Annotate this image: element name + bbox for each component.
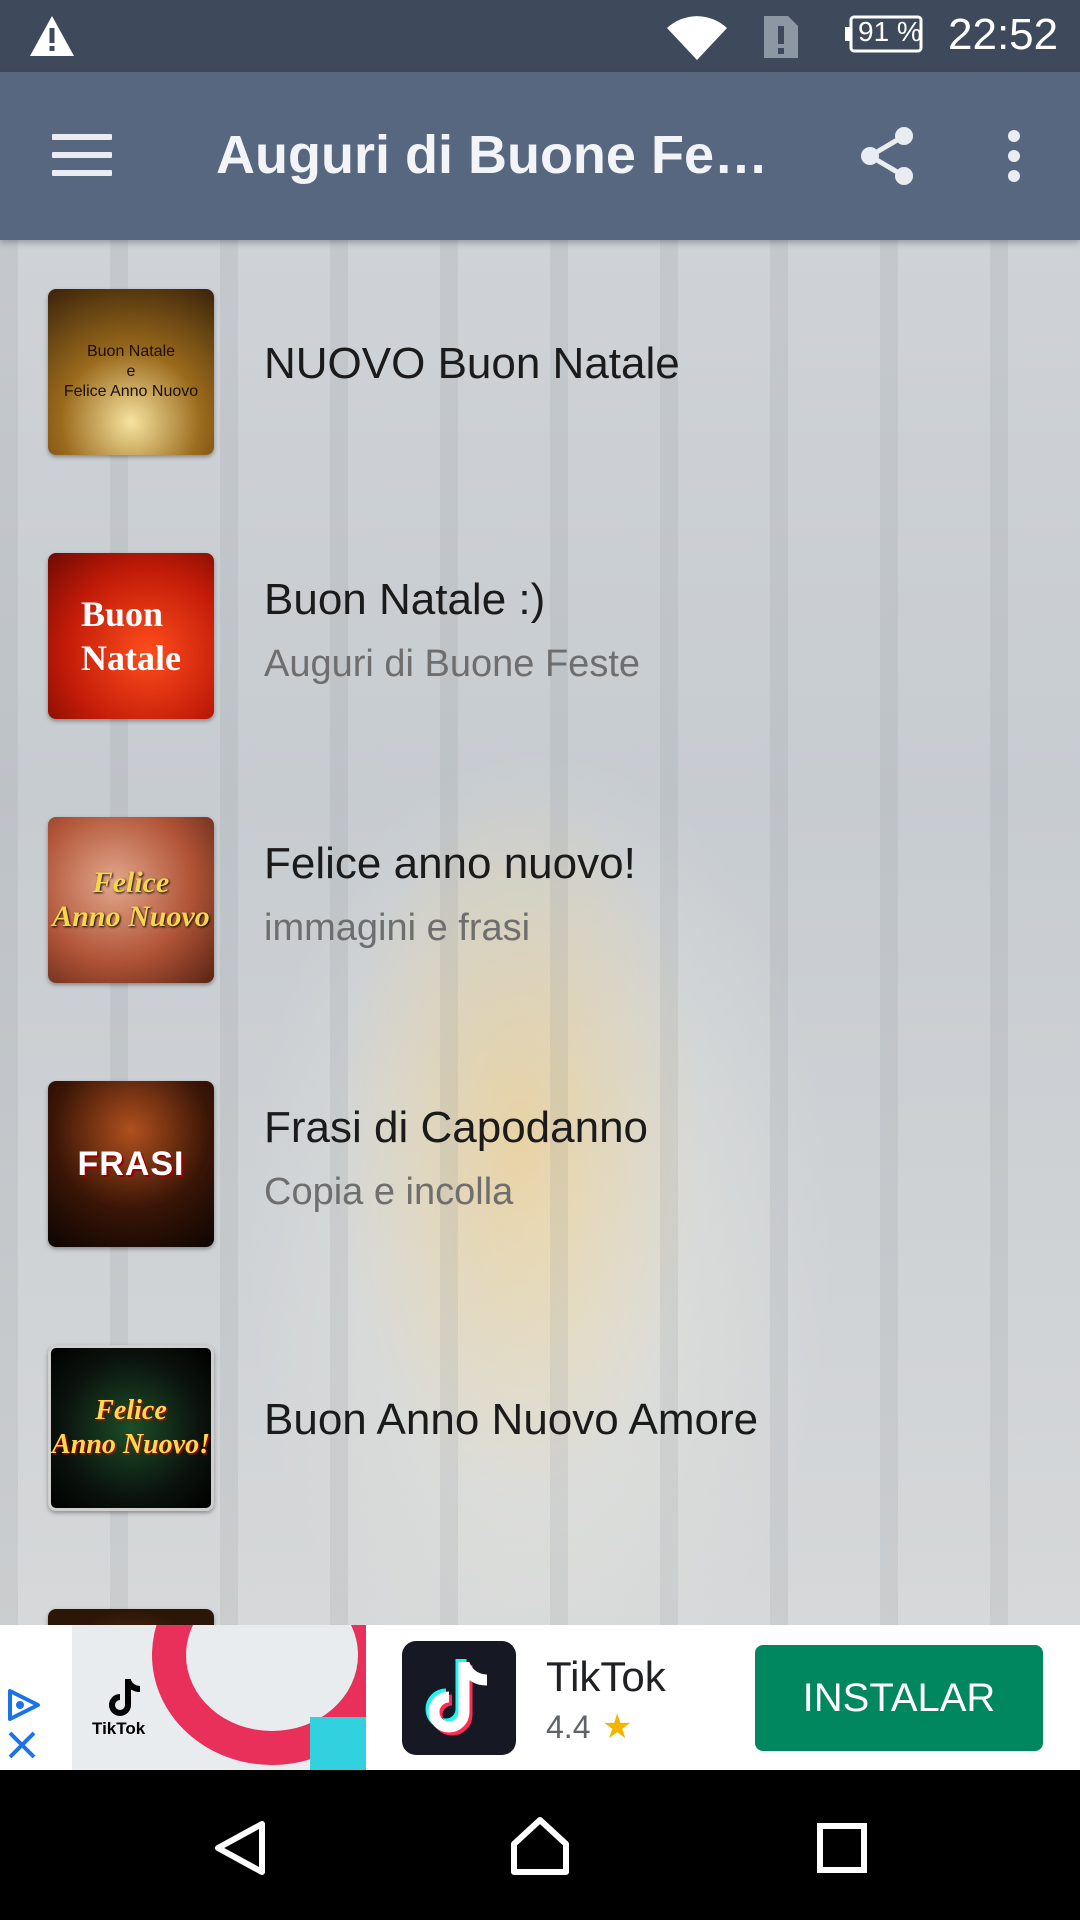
thumbnail-text: Felice Anno Nuovo!	[52, 1395, 210, 1460]
battery-percentage: 91 %	[858, 16, 922, 47]
clock: 22:52	[948, 10, 1059, 59]
share-icon[interactable]	[858, 124, 918, 188]
thumbnail-text: Felice Anno Nuovo	[52, 866, 210, 933]
item-subtitle: immagini e frasi	[264, 907, 531, 949]
adchoices-icon[interactable]	[4, 1687, 44, 1723]
item-thumbnail: Felice Anno Nuovo!	[48, 1345, 214, 1511]
item-thumbnail: Buon Natale e Felice Anno Nuovo	[48, 289, 214, 455]
item-title: NUOVO Buon Natale	[264, 339, 680, 388]
status-bar: 91 % 22:52	[0, 0, 1080, 72]
ad-app-name[interactable]: TikTok	[546, 1653, 666, 1701]
ad-rating: 4.4	[546, 1709, 591, 1745]
system-nav-bar	[0, 1770, 1080, 1920]
item-title: Frasi di Capodanno	[264, 1103, 649, 1152]
recents-icon[interactable]	[816, 1822, 868, 1874]
creative-accent-shape	[310, 1717, 366, 1770]
thumbnail-text: FRASI	[77, 1144, 185, 1183]
install-button[interactable]: INSTALAR	[755, 1645, 1043, 1751]
close-icon[interactable]	[6, 1729, 38, 1761]
app-toolbar: Auguri di Buone Fe…	[0, 72, 1080, 240]
ad-banner[interactable]: TikTok TikTok 4.4 ★ INSTALAR	[0, 1625, 1080, 1770]
back-icon[interactable]	[210, 1818, 270, 1878]
home-icon[interactable]	[508, 1814, 572, 1878]
warning-icon	[30, 16, 74, 56]
tiktok-logo-icon	[109, 1679, 141, 1716]
wifi-icon	[667, 16, 727, 61]
list-item[interactable]: Buon Natale e Felice Anno Nuovo NUOVO Bu…	[48, 289, 1048, 455]
item-subtitle: Auguri di Buone Feste	[264, 643, 641, 685]
more-vert-icon[interactable]	[1000, 128, 1028, 184]
list-item[interactable]	[48, 1609, 1048, 1625]
list-item[interactable]: Buon Natale Buon Natale :) Auguri di Buo…	[48, 553, 1048, 719]
list-item[interactable]: Felice Anno Nuovo! Buon Anno Nuovo Amore	[48, 1345, 1048, 1511]
thumbnail-text: Buon Natale	[81, 594, 181, 678]
item-subtitle: Copia e incolla	[264, 1171, 514, 1213]
item-thumbnail	[48, 1609, 214, 1625]
tiktok-app-icon[interactable]	[402, 1641, 516, 1755]
list-item[interactable]: Felice Anno Nuovo Felice anno nuovo! imm…	[48, 817, 1048, 983]
star-icon: ★	[602, 1707, 633, 1747]
creative-brand-text: TikTok	[92, 1719, 146, 1738]
item-thumbnail: FRASI	[48, 1081, 214, 1247]
list-item[interactable]: FRASI Frasi di Capodanno Copia e incolla	[48, 1081, 1048, 1247]
page-title: Auguri di Buone Fe…	[216, 125, 768, 185]
item-thumbnail: Buon Natale	[48, 553, 214, 719]
item-title: Buon Natale :)	[264, 575, 546, 624]
menu-icon[interactable]	[52, 134, 112, 178]
item-title: Buon Anno Nuovo Amore	[264, 1395, 759, 1444]
item-thumbnail: Felice Anno Nuovo	[48, 817, 214, 983]
ad-creative-image[interactable]: TikTok	[72, 1625, 366, 1770]
item-title: Felice anno nuovo!	[264, 839, 636, 888]
thumbnail-text: Buon Natale e Felice Anno Nuovo	[63, 343, 199, 400]
sim-alert-icon	[764, 16, 798, 58]
content-list: Buon Natale e Felice Anno Nuovo NUOVO Bu…	[0, 240, 1080, 1625]
